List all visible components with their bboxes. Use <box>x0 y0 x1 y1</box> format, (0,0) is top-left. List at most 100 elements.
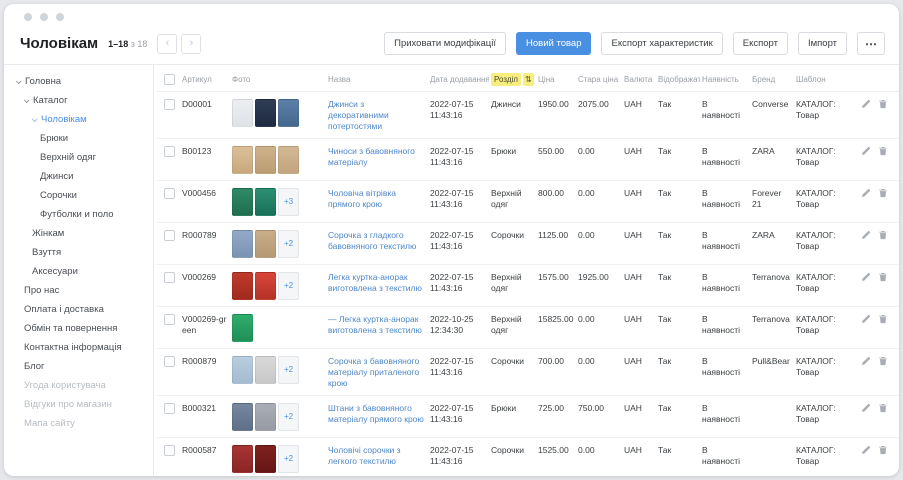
product-name-link[interactable]: Штани з бавовняного матеріалу прямого кр… <box>328 403 425 425</box>
column-header[interactable]: Артикул <box>180 75 230 84</box>
column-header[interactable]: Ціна <box>536 75 576 84</box>
row-checkbox[interactable] <box>164 445 175 456</box>
cell-template: КАТАЛОГ:Товар <box>794 188 854 210</box>
row-checkbox[interactable] <box>164 146 175 157</box>
sidebar-item[interactable]: Чоловікам <box>4 110 153 129</box>
more-photos-badge[interactable]: +2 <box>278 403 299 431</box>
export-button[interactable]: Експорт <box>733 32 788 55</box>
sidebar-item[interactable]: Відгуки про магазин <box>4 395 153 414</box>
prev-page-button[interactable]: ‹ <box>157 34 177 54</box>
product-name-link[interactable]: Чиноси з бавовняного матеріалу <box>328 146 425 168</box>
cell-brand: ZARA <box>750 146 794 157</box>
sorted-column-label[interactable]: Розділ <box>491 73 521 86</box>
sidebar-item[interactable]: Контактна інформація <box>4 338 153 357</box>
date-line: 2022-07-15 <box>430 146 486 157</box>
edit-icon[interactable] <box>861 99 871 109</box>
table-row: R000879 +2 Сорочка з бавовняного матеріа… <box>156 349 899 396</box>
cell-template: КАТАЛОГ:Товар <box>794 272 854 294</box>
cell-price: 1525.00 <box>536 445 576 456</box>
row-checkbox[interactable] <box>164 99 175 110</box>
product-name-link[interactable]: Джинси з декоративними потертостями <box>328 99 425 132</box>
row-checkbox[interactable] <box>164 230 175 241</box>
sidebar-item[interactable]: Каталог <box>4 91 153 110</box>
sidebar-item[interactable]: Взуття <box>4 243 153 262</box>
cell-date: 2022-10-25 12:34:30 <box>428 314 489 336</box>
sidebar-item[interactable]: Мапа сайту <box>4 414 153 433</box>
product-name-link[interactable]: — Легка куртка-анорак виготовлена з текс… <box>328 314 425 336</box>
delete-icon[interactable] <box>878 230 888 240</box>
cell-old-price: 2075.00 <box>576 99 622 110</box>
column-header[interactable]: Наявність <box>700 75 750 84</box>
more-photos-badge[interactable]: +2 <box>278 272 299 300</box>
sidebar-item[interactable]: Угода користувача <box>4 376 153 395</box>
export-characteristics-button[interactable]: Експорт характеристик <box>601 32 722 55</box>
product-name-link[interactable]: Легка куртка-анорак виготовлена з тексти… <box>328 272 425 294</box>
template-line: КАТАЛОГ: <box>796 272 851 283</box>
edit-icon[interactable] <box>861 403 871 413</box>
edit-icon[interactable] <box>861 188 871 198</box>
column-header[interactable]: Дата додавання <box>428 75 489 84</box>
cell-availability: В наявності <box>700 99 750 121</box>
sort-icon[interactable]: ⇅ <box>523 73 534 86</box>
delete-icon[interactable] <box>878 356 888 366</box>
sidebar-item[interactable]: Брюки <box>4 129 153 148</box>
date-line: 2022-07-15 <box>430 356 486 367</box>
column-header[interactable]: Фото <box>230 75 326 84</box>
column-header[interactable]: Відображати <box>656 75 700 84</box>
new-product-button[interactable]: Новий товар <box>516 32 591 55</box>
delete-icon[interactable] <box>878 146 888 156</box>
window-control-dot[interactable] <box>24 13 32 21</box>
product-name-link[interactable]: Сорочка з бавовняного матеріалу притален… <box>328 356 425 389</box>
sidebar-item[interactable]: Джинси <box>4 167 153 186</box>
more-photos-badge[interactable]: +2 <box>278 230 299 258</box>
column-header[interactable]: Валюта <box>622 75 656 84</box>
row-checkbox[interactable] <box>164 314 175 325</box>
sidebar-item-label: Головна <box>25 76 61 87</box>
sidebar-item[interactable]: Верхній одяг <box>4 148 153 167</box>
sidebar-item[interactable]: Про нас <box>4 281 153 300</box>
sidebar-item[interactable]: Аксесуари <box>4 262 153 281</box>
delete-icon[interactable] <box>878 403 888 413</box>
edit-icon[interactable] <box>861 230 871 240</box>
more-photos-badge[interactable]: +3 <box>278 188 299 216</box>
product-name-link[interactable]: Чоловіча вітрівка прямого крою <box>328 188 425 210</box>
row-checkbox[interactable] <box>164 356 175 367</box>
column-header[interactable]: Стара ціна <box>576 75 622 84</box>
product-name-link[interactable]: Чоловічі сорочки з легкого текстилю <box>328 445 425 467</box>
delete-icon[interactable] <box>878 99 888 109</box>
sidebar-item[interactable]: Жінкам <box>4 224 153 243</box>
sidebar-item[interactable]: Оплата і доставка <box>4 300 153 319</box>
import-button[interactable]: Імпорт <box>798 32 847 55</box>
column-header[interactable]: Розділ⇅ <box>489 73 536 86</box>
more-photos-badge[interactable]: +2 <box>278 356 299 384</box>
row-checkbox[interactable] <box>164 188 175 199</box>
next-page-button[interactable]: › <box>181 34 201 54</box>
delete-icon[interactable] <box>878 188 888 198</box>
select-all-checkbox[interactable] <box>164 74 175 85</box>
row-checkbox[interactable] <box>164 272 175 283</box>
delete-icon[interactable] <box>878 445 888 455</box>
delete-icon[interactable] <box>878 272 888 282</box>
edit-icon[interactable] <box>861 272 871 282</box>
edit-icon[interactable] <box>861 445 871 455</box>
column-header[interactable]: Назва <box>326 75 428 84</box>
table-row: D00001 Джинси з декоративними потертостя… <box>156 92 899 139</box>
sidebar-item[interactable]: Блог <box>4 357 153 376</box>
edit-icon[interactable] <box>861 356 871 366</box>
window-control-dot[interactable] <box>40 13 48 21</box>
more-photos-badge[interactable]: +2 <box>278 445 299 473</box>
sidebar-item[interactable]: Обмін та повернення <box>4 319 153 338</box>
edit-icon[interactable] <box>861 146 871 156</box>
sidebar-item[interactable]: Сорочки <box>4 186 153 205</box>
window-control-dot[interactable] <box>56 13 64 21</box>
hide-modifications-button[interactable]: Приховати модифікації <box>384 32 506 55</box>
sidebar-item[interactable]: Головна <box>4 72 153 91</box>
product-name-link[interactable]: Сорочка з гладкого бавовняного текстилю <box>328 230 425 252</box>
row-checkbox[interactable] <box>164 403 175 414</box>
edit-icon[interactable] <box>861 314 871 324</box>
column-header[interactable]: Шаблон <box>794 75 854 84</box>
more-actions-button[interactable]: ⋯ <box>857 32 885 55</box>
column-header[interactable]: Бренд <box>750 75 794 84</box>
sidebar-item[interactable]: Футболки и поло <box>4 205 153 224</box>
delete-icon[interactable] <box>878 314 888 324</box>
